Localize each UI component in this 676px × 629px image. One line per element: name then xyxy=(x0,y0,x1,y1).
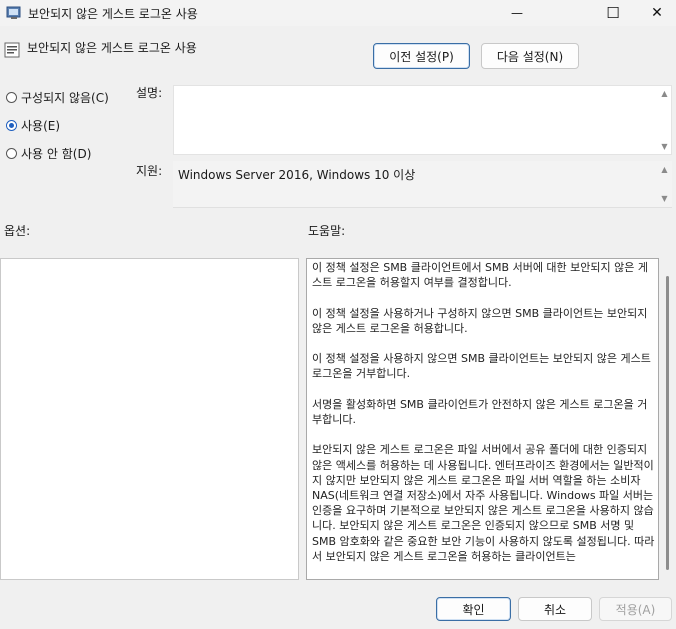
comment-textarea[interactable] xyxy=(173,85,672,155)
scroll-up-icon[interactable]: ▲ xyxy=(661,165,667,174)
radio-not-configured[interactable]: 구성되지 않음(C) xyxy=(6,89,109,106)
radio-not-configured-label: 구성되지 않음(C) xyxy=(21,91,109,105)
help-paragraph: 이 정책 설정은 SMB 클라이언트에서 SMB 서버에 대한 보안되지 않은 … xyxy=(312,261,649,290)
supported-box: Windows Server 2016, Windows 10 이상 ▲ ▼ xyxy=(173,161,672,208)
comment-scrollbar[interactable]: ▲ ▼ xyxy=(657,85,672,155)
policy-name: 보안되지 않은 게스트 로그온 사용 xyxy=(27,41,197,55)
options-label: 옵션: xyxy=(4,224,31,238)
cancel-button[interactable]: 취소 xyxy=(518,597,592,621)
options-pane xyxy=(0,258,299,580)
supported-label: 지원: xyxy=(136,164,163,178)
help-scrollbar-thumb[interactable] xyxy=(666,276,669,570)
window-title: 보안되지 않은 게스트 로그온 사용 xyxy=(28,7,198,21)
minimize-icon[interactable]: — xyxy=(494,0,540,26)
help-text: 이 정책 설정은 SMB 클라이언트에서 SMB 서버에 대한 보안되지 않은 … xyxy=(312,260,656,578)
next-setting-button[interactable]: 다음 설정(N) xyxy=(481,43,579,69)
maximize-icon[interactable]: ☐ xyxy=(590,0,636,26)
help-paragraph: 서명을 활성화하면 SMB 클라이언트가 안전하지 않은 게스트 로그온을 거부… xyxy=(312,397,648,426)
scroll-up-icon[interactable]: ▲ xyxy=(661,89,667,98)
radio-disabled-dot[interactable] xyxy=(6,148,17,159)
scroll-down-icon[interactable]: ▼ xyxy=(661,142,667,151)
help-paragraph: 보안되지 않은 게스트 로그온은 파일 서버에서 공유 폴더에 대한 인증되지 … xyxy=(312,443,655,563)
comment-label: 설명: xyxy=(136,86,163,100)
previous-setting-button[interactable]: 이전 설정(P) xyxy=(373,43,470,69)
apply-button[interactable]: 적용(A) xyxy=(599,597,672,621)
supported-value: Windows Server 2016, Windows 10 이상 xyxy=(178,168,416,182)
policy-app-icon xyxy=(6,5,22,21)
radio-enabled-label: 사용(E) xyxy=(21,119,61,133)
policy-setting-icon xyxy=(4,42,20,58)
radio-not-configured-dot[interactable] xyxy=(6,92,17,103)
help-paragraph: 이 정책 설정을 사용하거나 구성하지 않으면 SMB 클라이언트는 보안되지 … xyxy=(312,306,648,335)
scroll-down-icon[interactable]: ▼ xyxy=(661,194,667,203)
help-label: 도움말: xyxy=(308,224,346,238)
supported-scrollbar[interactable]: ▲ ▼ xyxy=(657,161,672,207)
ok-button[interactable]: 확인 xyxy=(436,597,511,621)
radio-disabled-label: 사용 안 함(D) xyxy=(21,147,92,161)
close-icon[interactable]: ✕ xyxy=(634,0,676,26)
radio-enabled[interactable]: 사용(E) xyxy=(6,117,60,134)
radio-disabled[interactable]: 사용 안 함(D) xyxy=(6,145,91,162)
radio-enabled-dot[interactable] xyxy=(6,120,17,131)
help-paragraph: 이 정책 설정을 사용하지 않으면 SMB 클라이언트는 보안되지 않은 게스트… xyxy=(312,352,651,381)
